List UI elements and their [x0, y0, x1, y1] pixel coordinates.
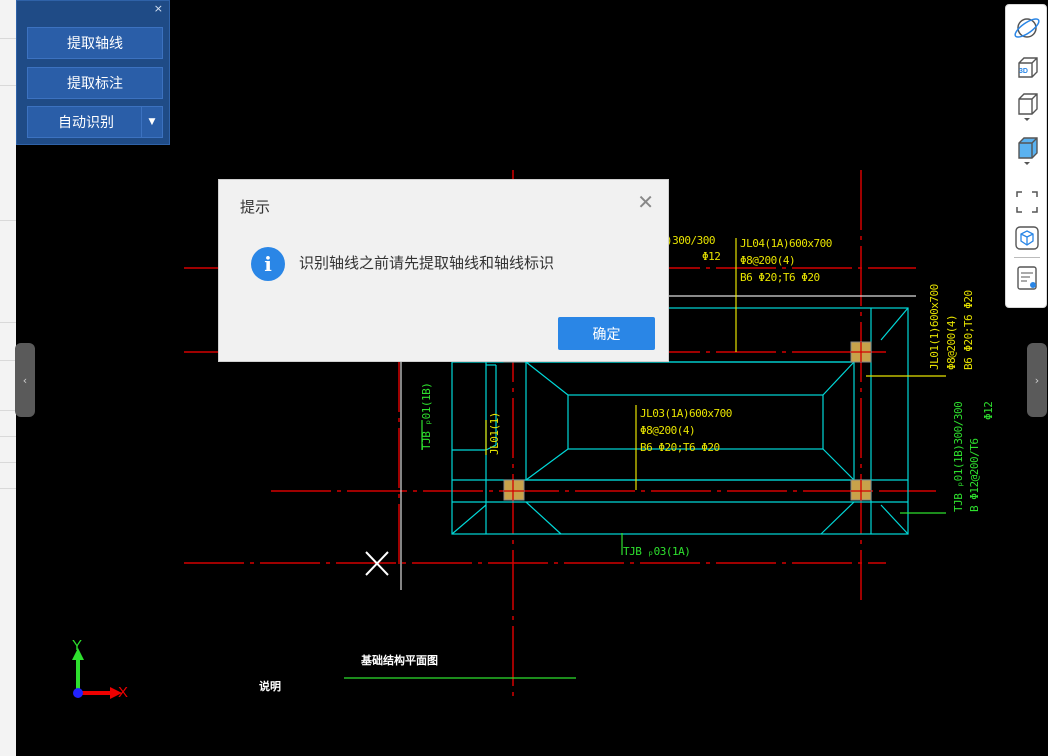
- plan-title: 基础结构平面图: [361, 654, 438, 667]
- info-icon: i: [251, 247, 285, 281]
- beam-label-jl04-rebar: B6 Φ20;T6 Φ20: [740, 271, 820, 284]
- right-collapse-tab[interactable]: ›: [1027, 343, 1047, 417]
- cad-drawing: [72, 170, 946, 700]
- tjb-label-right-rebar-vertical: B Φ12@200/T6: [968, 438, 981, 512]
- tjb-label-right-vertical: TJB ₚ01(1B)300/300: [952, 401, 965, 512]
- auto-identify-dropdown-icon[interactable]: ▼: [141, 107, 162, 137]
- dialog-title: 提示: [240, 198, 271, 216]
- layer-list-icon[interactable]: [1012, 263, 1042, 293]
- orbit-icon[interactable]: [1012, 13, 1042, 43]
- view-toolbar: 3D: [1005, 4, 1047, 308]
- beam-label-jl03: JL03(1A)600x700: [640, 407, 732, 420]
- note-label: 说明: [259, 680, 281, 693]
- axis-x-label: X: [118, 684, 129, 701]
- dialog-message: 识别轴线之前请先提取轴线和轴线标识: [299, 254, 555, 272]
- beam-label-jl04: JL04(1A)600x700: [740, 237, 832, 250]
- toolbar-separator: [1014, 257, 1040, 258]
- tjb-label-left-vertical: TJB ₚ01(1B): [420, 382, 433, 450]
- hint-dialog: 提示 ✕ i 识别轴线之前请先提取轴线和轴线标识 确定: [218, 179, 669, 362]
- beam-label-jl01-rebar-vertical: B6 Φ20;T6 Φ20: [962, 290, 975, 370]
- box-solid-view-icon[interactable]: [1012, 135, 1042, 165]
- tjb-label-bottom: TJB ₚ03(1A): [623, 545, 691, 558]
- axis-y-label: Y: [72, 637, 83, 654]
- axis-tool-panel: × 提取轴线 提取标注 自动识别 ▼: [16, 0, 170, 145]
- ok-button[interactable]: 确定: [558, 317, 655, 350]
- beam-label-jl01-stirrup-vertical: Φ8@200(4): [945, 314, 958, 370]
- beam-label-jl04-stirrup: Φ8@200(4): [740, 254, 796, 267]
- extract-annotation-button[interactable]: 提取标注: [27, 67, 163, 99]
- left-collapse-tab[interactable]: ‹: [15, 343, 35, 417]
- dialog-close-button[interactable]: ✕: [637, 192, 654, 212]
- tjb-label-right-rebar-2-vertical: Φ12: [982, 401, 995, 420]
- jl01-label-left-vertical: JL01(1): [488, 412, 501, 455]
- box-view-icon[interactable]: [1012, 91, 1042, 121]
- 3d-view-label: 3D: [1019, 68, 1028, 75]
- beam-label-jl03-stirrup: Φ8@200(4): [640, 424, 696, 437]
- beam-label-jl01-vertical: JL01(1)600x700: [928, 284, 941, 370]
- cube-select-icon[interactable]: [1012, 223, 1042, 253]
- auto-identify-button[interactable]: 自动识别 ▼: [27, 106, 163, 138]
- extract-axis-button[interactable]: 提取轴线: [27, 27, 163, 59]
- beam-label-partial: )300/300: [666, 234, 715, 247]
- panel-close-button[interactable]: ×: [154, 3, 163, 15]
- beam-label-partial-2: Φ12: [702, 250, 721, 263]
- beam-label-jl03-rebar: B6 Φ20;T6 Φ20: [640, 441, 720, 454]
- cad-canvas[interactable]: JL04(1A)600x700 Φ8@200(4) B6 Φ20;T6 Φ20 …: [16, 0, 1048, 756]
- auto-identify-label: 自动识别: [58, 115, 114, 131]
- 3d-view-icon[interactable]: 3D: [1012, 53, 1042, 83]
- fullscreen-icon[interactable]: [1012, 187, 1042, 217]
